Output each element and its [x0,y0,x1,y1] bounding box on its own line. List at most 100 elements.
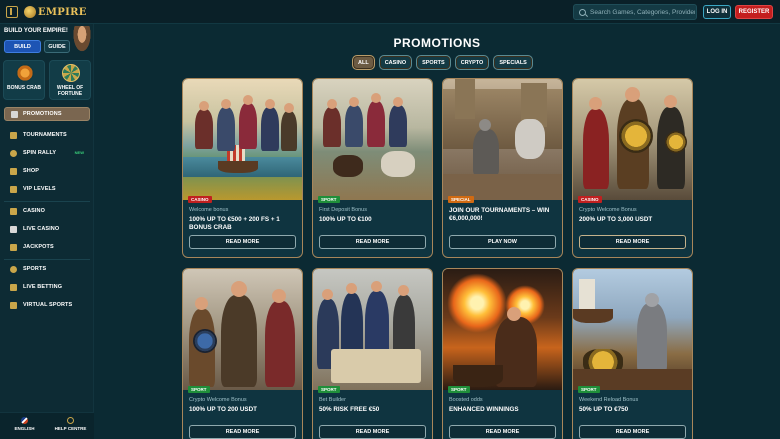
promo-image [443,79,562,200]
promo-tag: SPORT [188,386,210,393]
top-bar: EMPIRE LOG IN REGISTER [0,0,780,24]
crown-icon [24,6,36,18]
promo-tag: CASINO [578,196,602,203]
sidebar-item-tournaments[interactable]: TOURNAMENTS [4,128,90,142]
promo-subtitle: Boosted odds [449,397,483,403]
sidebar-item-label: VIRTUAL SPORTS [23,302,73,308]
promo-tag: SPECIAL [448,196,474,203]
promo-card[interactable]: SPECIAL JOIN OUR TOURNAMENTS – WIN €6,00… [442,78,563,258]
divider [4,201,90,202]
sidebar-item-label: JACKPOTS [23,244,54,250]
filter-crypto[interactable]: CRYPTO [454,55,490,70]
promo-tag: CASINO [188,196,212,203]
promo-image [573,79,692,200]
sidebar-item-label: SHOP [23,168,39,174]
sidebar-item-live-casino[interactable]: LIVE CASINO [4,222,90,236]
new-badge: NEW [74,150,84,155]
logo[interactable]: EMPIRE [24,3,87,21]
read-more-button[interactable]: READ MORE [319,235,426,249]
promo-image [183,79,302,200]
sidebar-item-label: LIVE CASINO [23,226,60,232]
sidebar-item-promotions[interactable]: PROMOTIONS [4,107,90,121]
sidebar-item-vip-levels[interactable]: VIP LEVELS [4,182,90,196]
wheel-of-fortune-tile[interactable]: WHEEL OF FORTUNE [49,60,91,100]
sidebar-toggle-icon[interactable] [6,6,18,18]
help-icon [67,417,74,424]
promo-image [313,269,432,390]
uk-flag-icon [21,417,28,424]
sidebar-item-casino[interactable]: CASINO [4,204,90,218]
promo-card[interactable]: SPORT Weekend Reload Bonus 50% UP TO €75… [572,268,693,439]
casino-icon [10,207,17,215]
sidebar-item-label: LIVE BETTING [23,284,63,290]
divider [4,259,90,260]
promo-title: 50% UP TO €750 [579,406,629,413]
promo-title: 100% UP TO €100 [319,216,372,223]
promo-title: 100% UP TO 200 USDT [189,406,258,413]
sidebar-item-label: VIP LEVELS [23,186,56,192]
sidebar-item-label: CASINO [23,208,45,214]
help-label: HELP CENTRE [54,426,87,431]
sidebar-item-virtual-sports[interactable]: VIRTUAL SPORTS [4,298,90,312]
filter-casino[interactable]: CASINO [378,55,413,70]
sidebar-item-jackpots[interactable]: JACKPOTS [4,240,90,254]
sidebar-item-spin-rally[interactable]: SPIN RALLY NEW [4,146,90,160]
sidebar: BUILD YOUR EMPIRE! BUILD GUIDE BONUS CRA… [0,24,94,439]
filter-tabs: ALL CASINO SPORTS CRYPTO SPECIALS [352,55,533,70]
read-more-button[interactable]: READ MORE [189,425,296,439]
sidebar-item-label: SPORTS [23,266,47,272]
live-casino-icon [10,225,17,233]
wheel-icon [62,64,80,82]
promo-card[interactable]: SPORT Bet Builder 50% RISK FREE €50 READ… [312,268,433,439]
guide-button[interactable]: GUIDE [44,40,70,53]
promo-tag: SPORT [448,386,470,393]
filter-specials[interactable]: SPECIALS [493,55,533,70]
bonus-crab-tile[interactable]: BONUS CRAB [3,60,45,100]
login-button[interactable]: LOG IN [703,5,731,19]
promo-image [573,269,692,390]
sidebar-item-shop[interactable]: SHOP [4,164,90,178]
search-input[interactable] [590,8,695,16]
promo-title: 100% UP TO €500 + 200 FS + 1 BONUS CRAB [189,216,280,231]
tile-label: WHEEL OF FORTUNE [56,85,84,97]
read-more-button[interactable]: READ MORE [579,235,686,249]
promo-image [313,79,432,200]
promo-subtitle: Weekend Reload Bonus [579,397,639,403]
search-icon [579,8,586,16]
build-button[interactable]: BUILD [4,40,41,53]
crown-icon [10,185,17,193]
promo-card[interactable]: CASINO Crypto Welcome Bonus 200% UP TO 3… [572,78,693,258]
promo-tag: SPORT [318,386,340,393]
help-centre-link[interactable]: HELP CENTRE [48,417,93,431]
jackpot-icon [10,243,17,251]
shop-icon [10,167,17,175]
read-more-button[interactable]: READ MORE [579,425,686,439]
promo-subtitle: Welcome bonus [189,207,229,213]
register-button[interactable]: REGISTER [735,5,773,19]
sidebar-item-sports[interactable]: SPORTS [4,262,90,276]
warrior-avatar [72,26,92,54]
promo-subtitle: First Deposit Bonus [319,207,367,213]
promo-subtitle: Bet Builder [319,397,346,403]
filter-all[interactable]: ALL [352,55,375,70]
promo-card[interactable]: SPORT Boosted odds ENHANCED WINNINGS REA… [442,268,563,439]
play-now-button[interactable]: PLAY NOW [449,235,556,249]
sidebar-footer: ENGLISH HELP CENTRE [0,412,94,439]
filter-sports[interactable]: SPORTS [416,55,451,70]
promo-card[interactable]: CASINO Welcome bonus 100% UP TO €500 + 2… [182,78,303,258]
promo-card[interactable]: SPORT Crypto Welcome Bonus 100% UP TO 20… [182,268,303,439]
language-selector[interactable]: ENGLISH [2,417,47,431]
read-more-button[interactable]: READ MORE [449,425,556,439]
sidebar-item-label: TOURNAMENTS [23,132,67,138]
read-more-button[interactable]: READ MORE [189,235,296,249]
promo-tag: SPORT [318,196,340,203]
promo-subtitle: Crypto Welcome Bonus [189,397,247,403]
promo-title: 50% RISK FREE €50 [319,406,380,413]
virtual-sports-icon [10,301,17,309]
search-box[interactable] [573,4,697,20]
read-more-button[interactable]: READ MORE [319,425,426,439]
promo-card[interactable]: SPORT First Deposit Bonus 100% UP TO €10… [312,78,433,258]
logo-text: EMPIRE [38,6,87,18]
spin-icon [10,149,17,157]
sidebar-item-live-betting[interactable]: LIVE BETTING [4,280,90,294]
